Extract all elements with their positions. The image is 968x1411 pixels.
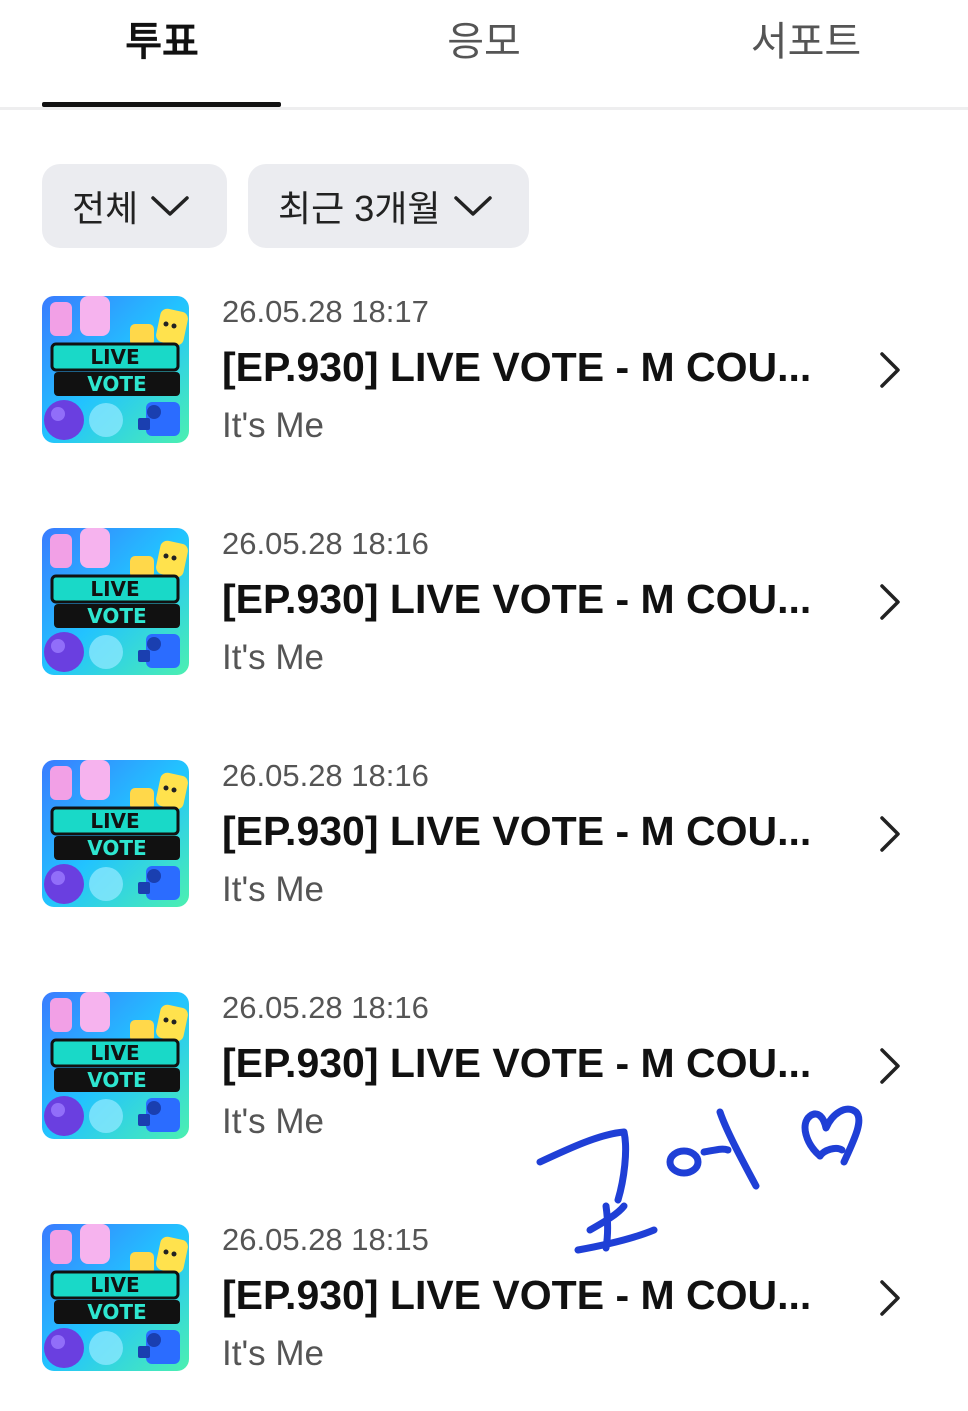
period-filter-button[interactable]: 최근 3개월 bbox=[248, 164, 529, 248]
vote-subtitle: It's Me bbox=[222, 406, 324, 445]
vote-title: [EP.930] LIVE VOTE - M COU... bbox=[222, 576, 812, 622]
list-item[interactable]: LIVE VOTE 26.05.28 18:16 [EP.930] LIVE V… bbox=[0, 758, 968, 920]
vote-date: 26.05.28 18:16 bbox=[222, 526, 429, 561]
vote-title: [EP.930] LIVE VOTE - M COU... bbox=[222, 1040, 812, 1086]
list-item[interactable]: LIVE VOTE 26.05.28 18:15 [EP.930] LIVE V… bbox=[0, 1222, 968, 1384]
tab-support[interactable]: 서포트 bbox=[686, 14, 926, 70]
list-item[interactable]: LIVE VOTE 26.05.28 18:16 [EP.930] LIVE V… bbox=[0, 990, 968, 1152]
period-filter-label: 최근 3개월 bbox=[278, 188, 441, 229]
live-vote-thumbnail: LIVE VOTE bbox=[42, 1224, 189, 1371]
chevron-right-icon bbox=[880, 352, 900, 388]
category-filter-button[interactable]: 전체 bbox=[42, 164, 227, 248]
live-vote-thumbnail: LIVE VOTE bbox=[42, 992, 189, 1139]
chevron-right-icon bbox=[880, 816, 900, 852]
svg-text:LIVE: LIVE bbox=[90, 1273, 139, 1297]
live-vote-thumbnail: LIVE VOTE bbox=[42, 760, 189, 907]
live-vote-thumbnail: LIVE VOTE bbox=[42, 528, 189, 675]
vote-subtitle: It's Me bbox=[222, 638, 324, 677]
active-tab-indicator bbox=[42, 102, 281, 107]
chevron-right-icon bbox=[880, 1280, 900, 1316]
list-item[interactable]: LIVE VOTE 26.05.28 18:17 [EP.930] LIVE V… bbox=[0, 294, 968, 456]
tab-vote[interactable]: 투표 bbox=[42, 14, 282, 70]
vote-date: 26.05.28 18:15 bbox=[222, 1222, 429, 1257]
chevron-right-icon bbox=[880, 584, 900, 620]
svg-text:VOTE: VOTE bbox=[87, 372, 146, 396]
vote-subtitle: It's Me bbox=[222, 1102, 324, 1141]
svg-text:VOTE: VOTE bbox=[87, 1068, 146, 1092]
vote-date: 26.05.28 18:16 bbox=[222, 990, 429, 1025]
chevron-down-icon bbox=[453, 196, 492, 216]
svg-text:LIVE: LIVE bbox=[90, 809, 139, 833]
chevron-down-icon bbox=[151, 196, 189, 216]
svg-text:LIVE: LIVE bbox=[90, 1041, 139, 1065]
vote-title: [EP.930] LIVE VOTE - M COU... bbox=[222, 808, 812, 854]
vote-date: 26.05.28 18:16 bbox=[222, 758, 429, 793]
vote-title: [EP.930] LIVE VOTE - M COU... bbox=[222, 344, 812, 390]
vote-subtitle: It's Me bbox=[222, 1334, 324, 1373]
svg-text:VOTE: VOTE bbox=[87, 1300, 146, 1324]
vote-subtitle: It's Me bbox=[222, 870, 324, 909]
live-vote-thumbnail: LIVE VOTE bbox=[42, 296, 189, 443]
svg-text:VOTE: VOTE bbox=[87, 836, 146, 860]
svg-text:VOTE: VOTE bbox=[87, 604, 146, 628]
list-item[interactable]: LIVE VOTE 26.05.28 18:16 [EP.930] LIVE V… bbox=[0, 526, 968, 688]
category-filter-label: 전체 bbox=[72, 188, 139, 229]
chevron-right-icon bbox=[880, 1048, 900, 1084]
tab-bar: 투표 응모 서포트 bbox=[0, 0, 968, 110]
vote-date: 26.05.28 18:17 bbox=[222, 294, 429, 329]
vote-title: [EP.930] LIVE VOTE - M COU... bbox=[222, 1272, 812, 1318]
svg-text:LIVE: LIVE bbox=[90, 577, 139, 601]
tab-entry[interactable]: 응모 bbox=[364, 14, 604, 70]
svg-text:LIVE: LIVE bbox=[90, 345, 139, 369]
